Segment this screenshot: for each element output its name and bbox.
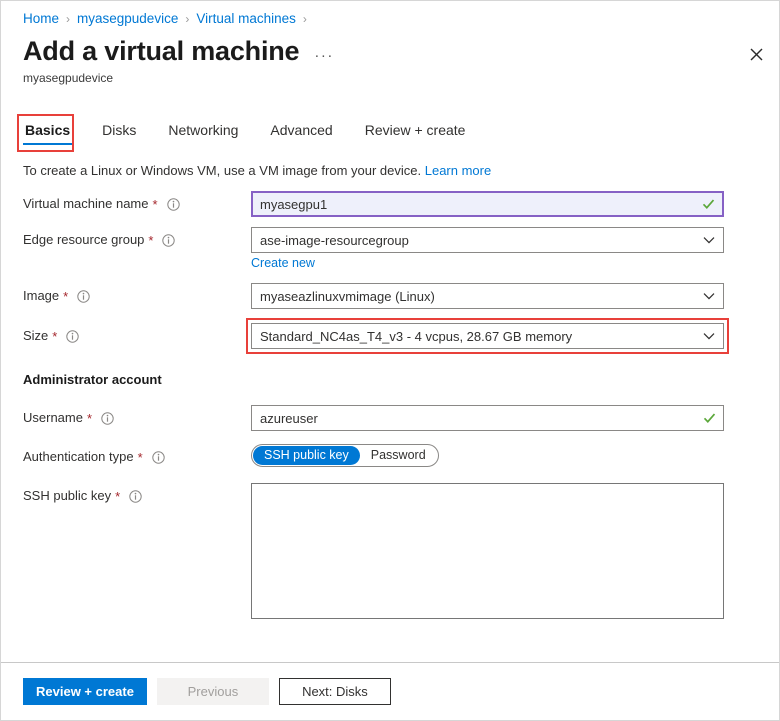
required-marker: * [115, 490, 120, 503]
blade-description: To create a Linux or Windows VM, use a V… [23, 162, 491, 180]
breadcrumb: Home › myasegpudevice › Virtual machines… [23, 10, 314, 28]
breadcrumb-separator-icon: › [303, 10, 307, 28]
edge-resource-group-value: ase-image-resourcegroup [260, 233, 409, 248]
required-marker: * [138, 451, 143, 464]
auth-option-ssh-public-key[interactable]: SSH public key [253, 446, 360, 465]
auth-option-password[interactable]: Password [360, 446, 437, 465]
tab-networking[interactable]: Networking [166, 119, 240, 145]
tab-disks[interactable]: Disks [100, 119, 138, 145]
authentication-type-toggle[interactable]: SSH public key Password [251, 444, 439, 467]
vm-name-input[interactable]: myasegpu1 [251, 191, 724, 217]
tab-advanced[interactable]: Advanced [268, 119, 334, 145]
image-label: Image * [1, 283, 251, 309]
tab-bar: Basics Disks Networking Advanced Review … [23, 119, 495, 145]
blade-description-text: To create a Linux or Windows VM, use a V… [23, 163, 421, 178]
administrator-account-title: Administrator account [1, 371, 780, 389]
more-options-icon[interactable]: ··· [314, 47, 334, 64]
valid-check-icon [702, 198, 715, 211]
size-label: Size * [1, 323, 251, 349]
username-label: Username * [1, 405, 251, 431]
info-icon[interactable] [129, 490, 142, 503]
field-username: Username * azureuser [1, 405, 780, 444]
image-select[interactable]: myaseazlinuxvmimage (Linux) [251, 283, 724, 309]
ssh-public-key-label-text: SSH public key [23, 483, 111, 509]
info-icon[interactable] [152, 451, 165, 464]
info-icon[interactable] [77, 290, 90, 303]
basics-form: Virtual machine name * myasegpu1 [1, 191, 780, 619]
breadcrumb-separator-icon: › [185, 10, 189, 28]
add-virtual-machine-blade: Home › myasegpudevice › Virtual machines… [0, 0, 780, 721]
next-disks-button[interactable]: Next: Disks [279, 678, 391, 705]
vm-name-label-text: Virtual machine name [23, 191, 149, 217]
chevron-down-icon [703, 330, 715, 342]
chevron-down-icon [703, 234, 715, 246]
tab-basics[interactable]: Basics [23, 119, 72, 145]
edge-resource-group-select[interactable]: ase-image-resourcegroup [251, 227, 724, 253]
image-control: myaseazlinuxvmimage (Linux) [251, 283, 724, 309]
required-marker: * [87, 412, 92, 425]
administrator-account-section: Administrator account [1, 371, 780, 405]
info-icon[interactable] [66, 330, 79, 343]
required-marker: * [63, 290, 68, 303]
authentication-type-control: SSH public key Password [251, 444, 724, 467]
edge-resource-group-control: ase-image-resourcegroup Create new [251, 227, 724, 272]
page-title-row: Add a virtual machine ··· [23, 34, 334, 68]
page-subtitle: myasegpudevice [23, 70, 113, 86]
info-icon[interactable] [101, 412, 114, 425]
info-icon[interactable] [167, 198, 180, 211]
field-ssh-public-key: SSH public key * [1, 483, 780, 619]
required-marker: * [153, 198, 158, 211]
field-size: Size * Standard_NC4as_T4_v3 - 4 vcpus, 2… [1, 323, 780, 371]
breadcrumb-item-device[interactable]: myasegpudevice [77, 10, 178, 28]
username-value: azureuser [260, 411, 318, 426]
image-label-text: Image [23, 283, 59, 309]
size-value: Standard_NC4as_T4_v3 - 4 vcpus, 28.67 GB… [260, 329, 572, 344]
tab-review-create[interactable]: Review + create [363, 119, 468, 145]
create-new-link[interactable]: Create new [251, 256, 315, 270]
valid-check-icon [703, 412, 716, 425]
ssh-public-key-control [251, 483, 724, 619]
ssh-public-key-label: SSH public key * [1, 483, 251, 509]
footer-actions: Review + create Previous Next: Disks [1, 663, 779, 720]
field-edge-resource-group: Edge resource group * ase-image-resource… [1, 227, 780, 283]
authentication-type-label-text: Authentication type [23, 444, 134, 470]
field-authentication-type: Authentication type * SSH public key Pas… [1, 444, 780, 483]
field-vm-name: Virtual machine name * myasegpu1 [1, 191, 780, 227]
edge-resource-group-label: Edge resource group * [1, 227, 251, 253]
previous-button: Previous [157, 678, 269, 705]
vm-name-control: myasegpu1 [251, 191, 724, 217]
username-label-text: Username [23, 405, 83, 431]
size-control: Standard_NC4as_T4_v3 - 4 vcpus, 28.67 GB… [251, 323, 724, 349]
edge-resource-group-label-text: Edge resource group [23, 227, 144, 253]
vm-name-value: myasegpu1 [260, 197, 327, 212]
required-marker: * [148, 234, 153, 247]
vm-name-label: Virtual machine name * [1, 191, 251, 217]
breadcrumb-item-home[interactable]: Home [23, 10, 59, 28]
breadcrumb-item-virtual-machines[interactable]: Virtual machines [196, 10, 296, 28]
size-select[interactable]: Standard_NC4as_T4_v3 - 4 vcpus, 28.67 GB… [251, 323, 724, 349]
breadcrumb-separator-icon: › [66, 10, 70, 28]
image-value: myaseazlinuxvmimage (Linux) [260, 289, 435, 304]
username-control: azureuser [251, 405, 724, 431]
close-icon[interactable] [743, 41, 769, 67]
review-create-button[interactable]: Review + create [23, 678, 147, 705]
learn-more-link[interactable]: Learn more [425, 163, 491, 178]
page-title: Add a virtual machine [23, 34, 299, 68]
chevron-down-icon [703, 290, 715, 302]
info-icon[interactable] [162, 234, 175, 247]
field-image: Image * myaseazlinuxvmimage (Linux) [1, 283, 780, 323]
username-input[interactable]: azureuser [251, 405, 724, 431]
size-label-text: Size [23, 323, 48, 349]
ssh-public-key-textarea[interactable] [251, 483, 724, 619]
authentication-type-label: Authentication type * [1, 444, 251, 470]
required-marker: * [52, 330, 57, 343]
